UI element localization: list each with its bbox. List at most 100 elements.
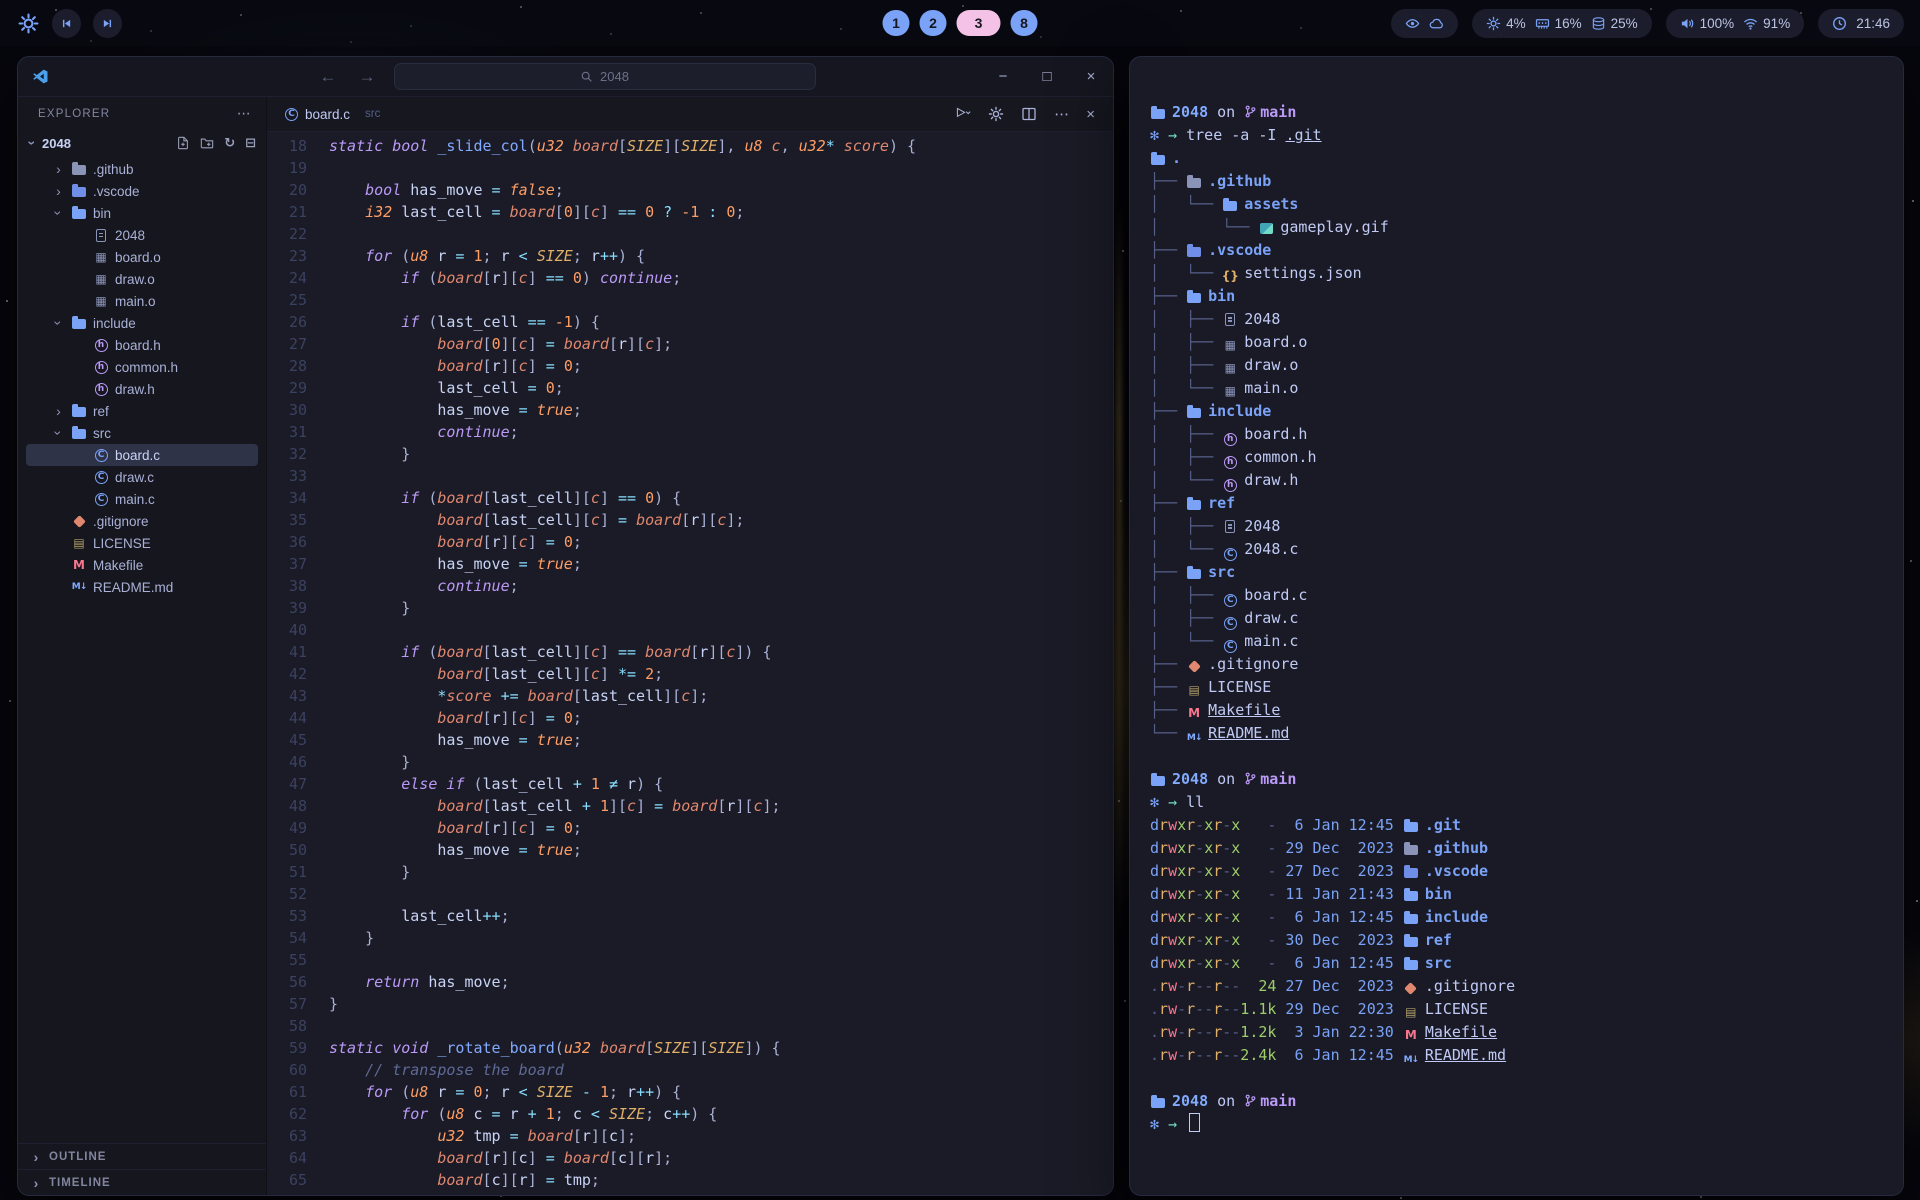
- terminal-command: ✻ → tree -a -I .git: [1150, 124, 1885, 147]
- code-line: 37 has_move = true;: [267, 553, 1113, 575]
- outline-panel-header[interactable]: › OUTLINE: [18, 1143, 266, 1169]
- nav-back-button[interactable]: ←: [316, 65, 341, 89]
- explorer-item-board.h[interactable]: hboard.h: [18, 334, 266, 356]
- line-number: 61: [267, 1081, 329, 1103]
- file-c-icon: C: [1222, 594, 1238, 607]
- command-center-search[interactable]: 2048: [394, 63, 816, 90]
- git-branch-icon: [1244, 103, 1257, 126]
- explorer-item-README.md[interactable]: M↓README.md: [18, 576, 266, 598]
- file-obj-icon: ▦: [93, 251, 109, 263]
- folder-icon: [1403, 912, 1419, 924]
- workspace-3[interactable]: 3: [957, 10, 1001, 36]
- tree-row: │ └── Cmain.c: [1150, 630, 1885, 653]
- line-number: 21: [267, 201, 329, 223]
- ll-row: .rw-r--r--2427 Dec 2023 .gitignore: [1150, 975, 1885, 998]
- weather-widget[interactable]: [1391, 9, 1458, 38]
- permissions: drwxr-xr-x: [1150, 952, 1240, 975]
- explorer-item-Makefile[interactable]: MMakefile: [18, 554, 266, 576]
- makefile-icon: M: [71, 559, 87, 571]
- code-line: 46 }: [267, 751, 1113, 773]
- explorer-section-root[interactable]: › 2048 ↻ ⊟: [18, 130, 266, 156]
- explorer-item-include[interactable]: ›include: [18, 312, 266, 334]
- close-editor-icon[interactable]: ×: [1086, 106, 1095, 123]
- tree-row: ├── MMakefile: [1150, 699, 1885, 722]
- new-folder-icon[interactable]: [200, 136, 214, 150]
- file-generic-icon: [1222, 313, 1238, 326]
- explorer-item-main.o[interactable]: ▦main.o: [18, 290, 266, 312]
- tree-row: │ ├── hboard.h: [1150, 423, 1885, 446]
- explorer-item-main.c[interactable]: Cmain.c: [18, 488, 266, 510]
- clock-widget[interactable]: 21:46: [1818, 9, 1904, 38]
- media-prev-button[interactable]: [52, 9, 81, 38]
- timeline-panel-header[interactable]: › TIMELINE: [18, 1169, 266, 1195]
- system-stats-widget[interactable]: 4% 16% 25%: [1472, 9, 1652, 38]
- line-number: 38: [267, 575, 329, 597]
- launcher-icon[interactable]: [16, 11, 40, 35]
- code-line: 27 board[0][c] = board[r][c];: [267, 333, 1113, 355]
- code-line: 25: [267, 289, 1113, 311]
- explorer-item-ref[interactable]: ›ref: [18, 400, 266, 422]
- explorer-item-board.o[interactable]: ▦board.o: [18, 246, 266, 268]
- code-line: 55: [267, 949, 1113, 971]
- code-line: 28 board[r][c] = 0;: [267, 355, 1113, 377]
- readme-icon: M↓: [1403, 1056, 1419, 1065]
- explorer-item-bin[interactable]: ›bin: [18, 202, 266, 224]
- line-number: 55: [267, 949, 329, 971]
- folder-github-icon: [1403, 843, 1419, 855]
- explorer-more-icon[interactable]: ⋯: [237, 105, 252, 122]
- settings-gear-icon[interactable]: [988, 106, 1004, 122]
- explorer-item-draw.o[interactable]: ▦draw.o: [18, 268, 266, 290]
- file-c-icon: C: [93, 471, 109, 484]
- file-h-icon: h: [1222, 433, 1238, 446]
- chevron-down-icon: ›: [51, 317, 67, 330]
- code-editor[interactable]: 18static bool _slide_col(u32 board[SIZE]…: [267, 132, 1113, 1195]
- explorer-item-.vscode[interactable]: ›.vscode: [18, 180, 266, 202]
- code-line: 41 if (board[last_cell][c] == board[r][c…: [267, 641, 1113, 663]
- file-label: draw.o: [115, 272, 155, 287]
- workspace-1[interactable]: 1: [883, 10, 910, 36]
- new-file-icon[interactable]: [176, 136, 190, 150]
- more-actions-icon[interactable]: ⋯: [1054, 105, 1069, 123]
- explorer-item-.gitignore[interactable]: .gitignore: [18, 510, 266, 532]
- tree-row: │ └── C2048.c: [1150, 538, 1885, 561]
- maximize-button[interactable]: □: [1039, 68, 1055, 85]
- explorer-item-.github[interactable]: ›.github: [18, 158, 266, 180]
- explorer-item-board.c[interactable]: Cboard.c: [26, 444, 258, 466]
- line-number: 18: [267, 135, 329, 157]
- explorer-item-src[interactable]: ›src: [18, 422, 266, 444]
- line-number: 33: [267, 465, 329, 487]
- explorer-item-draw.c[interactable]: Cdraw.c: [18, 466, 266, 488]
- tree-row: │ ├── ▦draw.o: [1150, 354, 1885, 377]
- timeline-label: TIMELINE: [49, 1177, 111, 1189]
- audio-network-widget[interactable]: 100% 91%: [1666, 9, 1805, 38]
- file-c-icon: C: [1222, 640, 1238, 653]
- nav-forward-button[interactable]: →: [355, 65, 380, 89]
- editor-pane: C board.c src ⋯ × 18static bool _slide_c…: [267, 97, 1113, 1195]
- run-file-icon[interactable]: [955, 106, 971, 122]
- line-number: 31: [267, 421, 329, 443]
- close-button[interactable]: ×: [1083, 68, 1099, 85]
- refresh-icon[interactable]: ↻: [224, 136, 235, 150]
- folder-icon: [1186, 406, 1202, 418]
- explorer-item-draw.h[interactable]: hdraw.h: [18, 378, 266, 400]
- folder-icon: [1403, 935, 1419, 947]
- tab-board-c[interactable]: C board.c src: [285, 107, 380, 122]
- terminal-window[interactable]: 2048 on main✻ → tree -a -I .git.├── .git…: [1129, 56, 1904, 1196]
- line-number: 54: [267, 927, 329, 949]
- minimize-button[interactable]: −: [995, 68, 1011, 85]
- explorer-item-LICENSE[interactable]: ▤LICENSE: [18, 532, 266, 554]
- explorer-item-2048[interactable]: 2048: [18, 224, 266, 246]
- license-icon: ▤: [1403, 1006, 1419, 1018]
- folder-github-icon: [1186, 176, 1202, 188]
- skip-next-icon: [101, 17, 114, 30]
- tree-row: │ ├── hcommon.h: [1150, 446, 1885, 469]
- collapse-all-icon[interactable]: ⊟: [245, 136, 256, 150]
- media-next-button[interactable]: [93, 9, 122, 38]
- split-editor-icon[interactable]: [1021, 106, 1037, 122]
- explorer-item-common.h[interactable]: hcommon.h: [18, 356, 266, 378]
- volume-level: 100%: [1700, 16, 1735, 31]
- tree-row: │ ├── Cboard.c: [1150, 584, 1885, 607]
- workspace-8[interactable]: 8: [1011, 10, 1038, 36]
- workspace-2[interactable]: 2: [920, 10, 947, 36]
- prompt-char-icon: ✻: [1150, 126, 1168, 144]
